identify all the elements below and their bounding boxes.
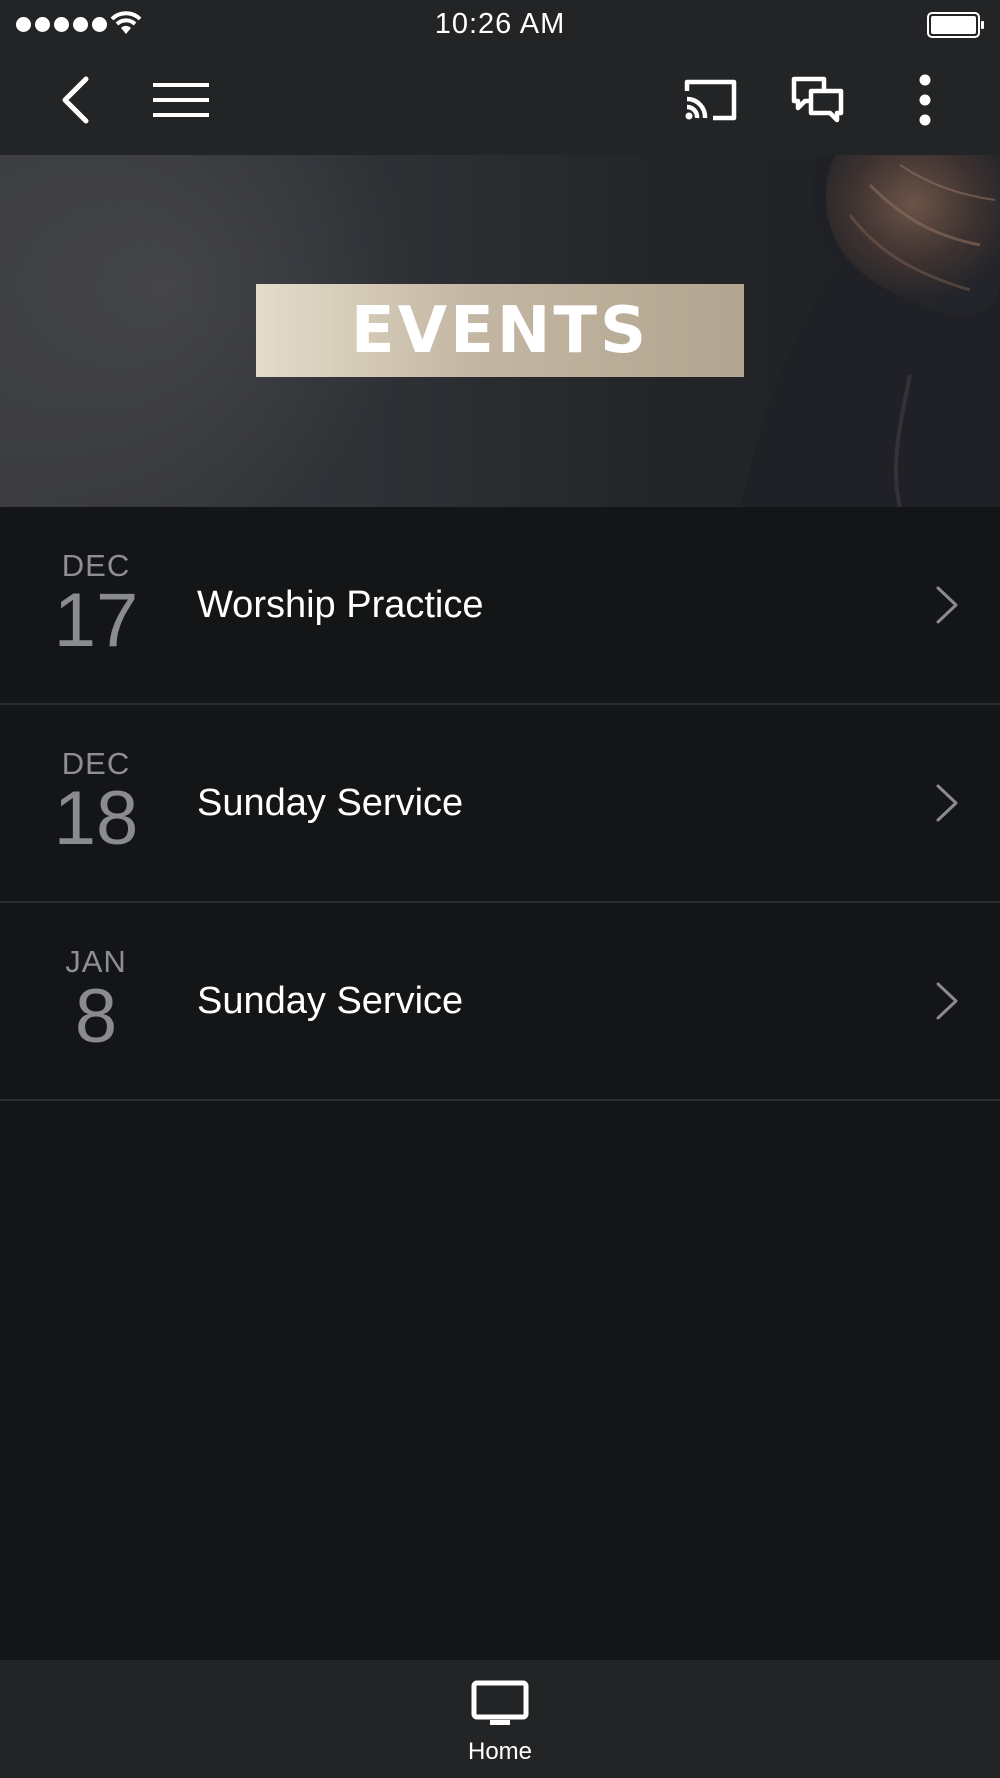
status-bar: 10:26 AM (0, 0, 1000, 50)
chat-button[interactable] (782, 50, 854, 155)
cast-button[interactable] (675, 50, 747, 155)
hamburger-menu-icon (153, 81, 209, 124)
more-vertical-icon (918, 74, 932, 131)
chat-bubbles-icon (791, 76, 845, 129)
chevron-right-icon (934, 981, 960, 1026)
event-day: 17 (53, 578, 139, 663)
event-date: DEC 18 (40, 747, 152, 857)
event-date: DEC 17 (40, 549, 152, 659)
events-list: DEC 17 Worship Practice DEC 18 Sunday Se… (0, 507, 1000, 1101)
event-title: Sunday Service (197, 781, 464, 824)
page-title: EVENTS (350, 293, 650, 368)
events-hero: EVENTS (0, 155, 1000, 507)
event-row[interactable]: JAN 8 Sunday Service (0, 903, 1000, 1101)
back-button[interactable] (40, 50, 110, 155)
bottom-tab-bar: Home (0, 1660, 1000, 1778)
battery-icon (927, 12, 985, 43)
status-time: 10:26 AM (434, 8, 566, 40)
event-day: 18 (53, 776, 139, 861)
event-title: Sunday Service (197, 979, 464, 1022)
chevron-left-icon (60, 76, 90, 129)
event-day: 8 (74, 974, 118, 1059)
chevron-right-icon (934, 585, 960, 630)
event-title: Worship Practice (197, 583, 484, 626)
menu-button[interactable] (145, 50, 217, 155)
chevron-right-icon (934, 783, 960, 828)
tab-home-label: Home (467, 1738, 533, 1765)
cast-icon (683, 77, 739, 128)
events-title-banner: EVENTS (256, 284, 744, 377)
event-row[interactable]: DEC 17 Worship Practice (0, 507, 1000, 705)
event-date: JAN 8 (40, 945, 152, 1055)
app-toolbar (0, 50, 1000, 155)
tab-home[interactable]: Home (440, 1660, 560, 1778)
more-options-button[interactable] (895, 50, 955, 155)
tv-monitor-icon (471, 1680, 529, 1733)
event-row[interactable]: DEC 18 Sunday Service (0, 705, 1000, 903)
